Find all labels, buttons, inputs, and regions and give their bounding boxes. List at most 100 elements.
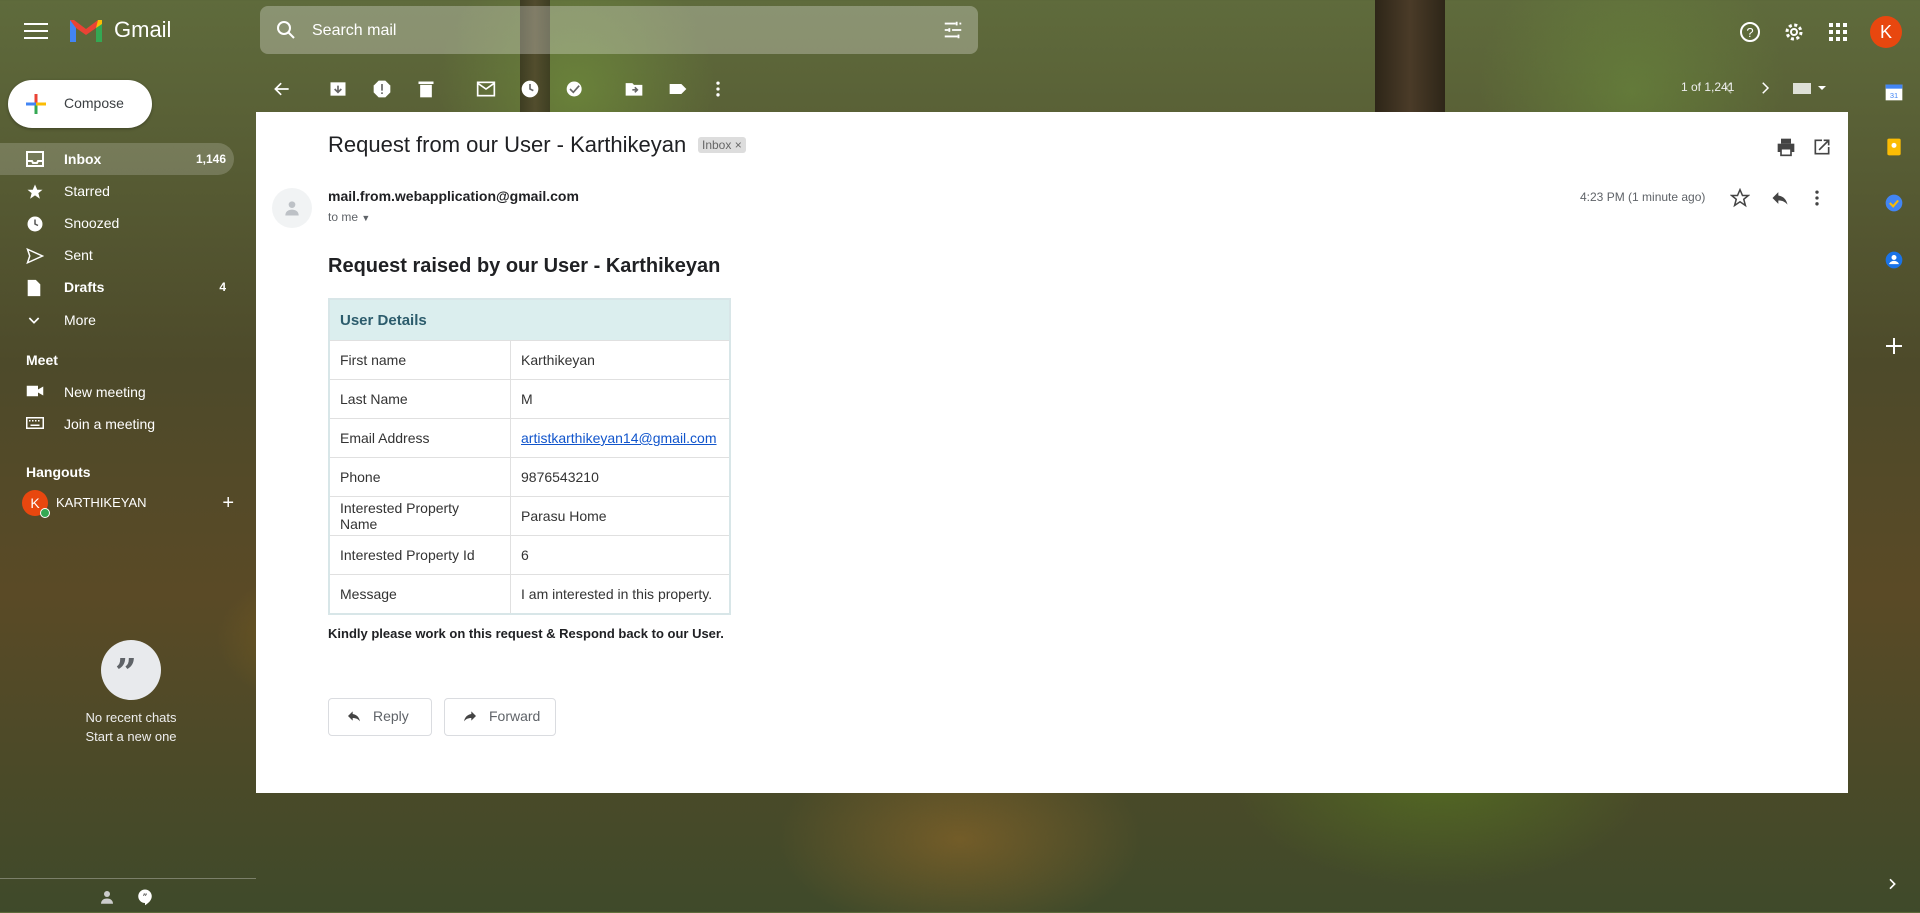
unread-count: 1,146 bbox=[195, 152, 226, 166]
clock-icon bbox=[27, 216, 43, 232]
person-icon[interactable] bbox=[98, 888, 116, 906]
sidebar-item-sent[interactable]: Sent bbox=[0, 239, 234, 271]
sidebar-item-more[interactable]: More bbox=[0, 304, 234, 336]
report-spam-icon[interactable] bbox=[372, 79, 392, 99]
sidebar-bottom-bar: ” bbox=[0, 878, 256, 913]
snooze-clock-icon[interactable] bbox=[520, 79, 540, 99]
apps-grid-icon[interactable] bbox=[1826, 20, 1850, 44]
inbox-label-chip[interactable]: Inbox × bbox=[698, 137, 746, 153]
row-value: artistkarthikeyan14@gmail.com bbox=[510, 418, 731, 458]
forward-arrow-icon bbox=[464, 711, 476, 722]
row-key: Last Name bbox=[328, 379, 511, 419]
more-vert-icon[interactable] bbox=[712, 79, 724, 99]
table-row: First name Karthikeyan bbox=[328, 340, 731, 380]
email-view: Request from our User - Karthikeyan Inbo… bbox=[256, 112, 1848, 793]
search-bar[interactable] bbox=[260, 6, 978, 54]
reply-arrow-icon bbox=[348, 711, 360, 722]
online-status-dot bbox=[40, 508, 50, 518]
meet-header: Meet bbox=[26, 352, 58, 368]
recipient-details-toggle[interactable]: to me ▼ bbox=[328, 210, 370, 224]
open-new-window-icon[interactable] bbox=[1812, 137, 1832, 157]
email-closing-text: Kindly please work on this request & Res… bbox=[328, 626, 724, 641]
row-key: Interested Property Name bbox=[328, 496, 511, 536]
main-menu-button[interactable] bbox=[20, 18, 52, 46]
reply-button[interactable]: Reply bbox=[328, 698, 432, 736]
person-placeholder-icon bbox=[285, 201, 299, 216]
svg-text:”: ” bbox=[143, 891, 148, 901]
account-avatar[interactable]: K bbox=[1870, 16, 1902, 48]
sidebar-item-label: More bbox=[64, 312, 96, 328]
input-tools-keyboard-icon[interactable] bbox=[1792, 79, 1828, 97]
gmail-logo[interactable]: Gmail bbox=[68, 16, 171, 44]
print-icon[interactable] bbox=[1776, 137, 1796, 157]
row-key: Interested Property Id bbox=[328, 535, 511, 575]
new-meeting-button[interactable]: New meeting bbox=[0, 376, 234, 408]
compose-plus-icon bbox=[26, 94, 46, 114]
hangouts-icon[interactable]: ” bbox=[136, 888, 154, 906]
table-row: Email Address artistkarthikeyan14@gmail.c… bbox=[328, 418, 731, 458]
label-icon[interactable] bbox=[668, 79, 688, 99]
table-row: Message I am interested in this property. bbox=[328, 574, 731, 615]
videocam-icon bbox=[26, 385, 44, 397]
add-task-icon[interactable] bbox=[564, 79, 586, 99]
help-icon[interactable]: ? bbox=[1738, 20, 1762, 44]
sidebar-item-label: Snoozed bbox=[64, 215, 120, 231]
get-addons-plus-icon[interactable] bbox=[1884, 336, 1904, 356]
calendar-icon[interactable]: 31 bbox=[1884, 82, 1904, 102]
search-icon[interactable] bbox=[274, 18, 298, 42]
table-row: Phone 9876543210 bbox=[328, 457, 731, 497]
sidebar-item-label: New meeting bbox=[64, 384, 146, 400]
table-row: Interested Property Name Parasu Home bbox=[328, 496, 731, 536]
sender-email[interactable]: mail.from.webapplication@gmail.com bbox=[328, 188, 579, 204]
join-meeting-button[interactable]: Join a meeting bbox=[0, 408, 234, 440]
reply-icon[interactable] bbox=[1770, 188, 1790, 208]
email-body-title: Request raised by our User - Karthikeyan bbox=[328, 255, 721, 277]
newer-chevron-left-icon[interactable] bbox=[1720, 79, 1738, 97]
quote-bubble-icon: ” bbox=[101, 640, 161, 700]
start-chat-link[interactable]: Start a new one bbox=[60, 729, 202, 744]
archive-icon[interactable] bbox=[328, 79, 348, 99]
no-chats-panel: ” No recent chats Start a new one bbox=[60, 640, 202, 744]
expand-side-panel-chevron-icon[interactable] bbox=[1884, 876, 1900, 892]
sidebar-item-inbox[interactable]: Inbox 1,146 bbox=[0, 143, 234, 175]
hangouts-user-name: KARTHIKEYAN bbox=[56, 495, 147, 510]
keep-icon[interactable] bbox=[1884, 137, 1904, 157]
settings-gear-icon[interactable] bbox=[1782, 20, 1806, 44]
sidebar-item-label: Starred bbox=[64, 183, 110, 199]
email-timestamp: 4:23 PM (1 minute ago) bbox=[1580, 190, 1706, 204]
gmail-m-icon bbox=[70, 20, 102, 42]
email-subject: Request from our User - Karthikeyan bbox=[328, 132, 687, 157]
mark-unread-icon[interactable] bbox=[476, 79, 496, 99]
row-value: M bbox=[510, 379, 731, 419]
delete-icon[interactable] bbox=[416, 79, 436, 99]
new-chat-plus-icon[interactable]: + bbox=[222, 492, 234, 515]
row-key: Message bbox=[328, 574, 511, 615]
row-value: 6 bbox=[510, 535, 731, 575]
sidebar-item-snoozed[interactable]: Snoozed bbox=[0, 207, 234, 239]
sidebar-item-drafts[interactable]: Drafts 4 bbox=[0, 271, 234, 303]
more-options-icon[interactable] bbox=[1812, 188, 1822, 208]
no-chats-text: No recent chats bbox=[85, 710, 177, 725]
user-details-table: User Details First name Karthikeyan Last … bbox=[328, 298, 731, 615]
draft-icon bbox=[27, 279, 41, 297]
sidebar-item-starred[interactable]: Starred bbox=[0, 175, 234, 207]
back-arrow-icon[interactable] bbox=[272, 79, 292, 99]
forward-label: Forward bbox=[489, 708, 541, 724]
older-chevron-right-icon[interactable] bbox=[1756, 79, 1774, 97]
tasks-icon[interactable] bbox=[1884, 193, 1904, 213]
keyboard-icon bbox=[26, 417, 44, 429]
star-outline-icon[interactable] bbox=[1730, 188, 1750, 208]
row-value: I am interested in this property. bbox=[510, 574, 731, 615]
email-address-link[interactable]: artistkarthikeyan14@gmail.com bbox=[521, 430, 717, 446]
draft-count: 4 bbox=[219, 280, 226, 294]
search-options-icon[interactable] bbox=[942, 19, 964, 41]
search-input[interactable] bbox=[310, 16, 914, 46]
contacts-icon[interactable] bbox=[1884, 250, 1904, 270]
compose-button[interactable]: Compose bbox=[8, 80, 152, 128]
hangouts-user[interactable]: K KARTHIKEYAN + bbox=[22, 490, 234, 518]
hangouts-header: Hangouts bbox=[26, 464, 91, 480]
move-to-icon[interactable] bbox=[624, 79, 644, 99]
sidebar-item-label: Inbox bbox=[64, 151, 102, 167]
sidebar-item-label: Join a meeting bbox=[64, 416, 156, 432]
forward-button[interactable]: Forward bbox=[444, 698, 556, 736]
